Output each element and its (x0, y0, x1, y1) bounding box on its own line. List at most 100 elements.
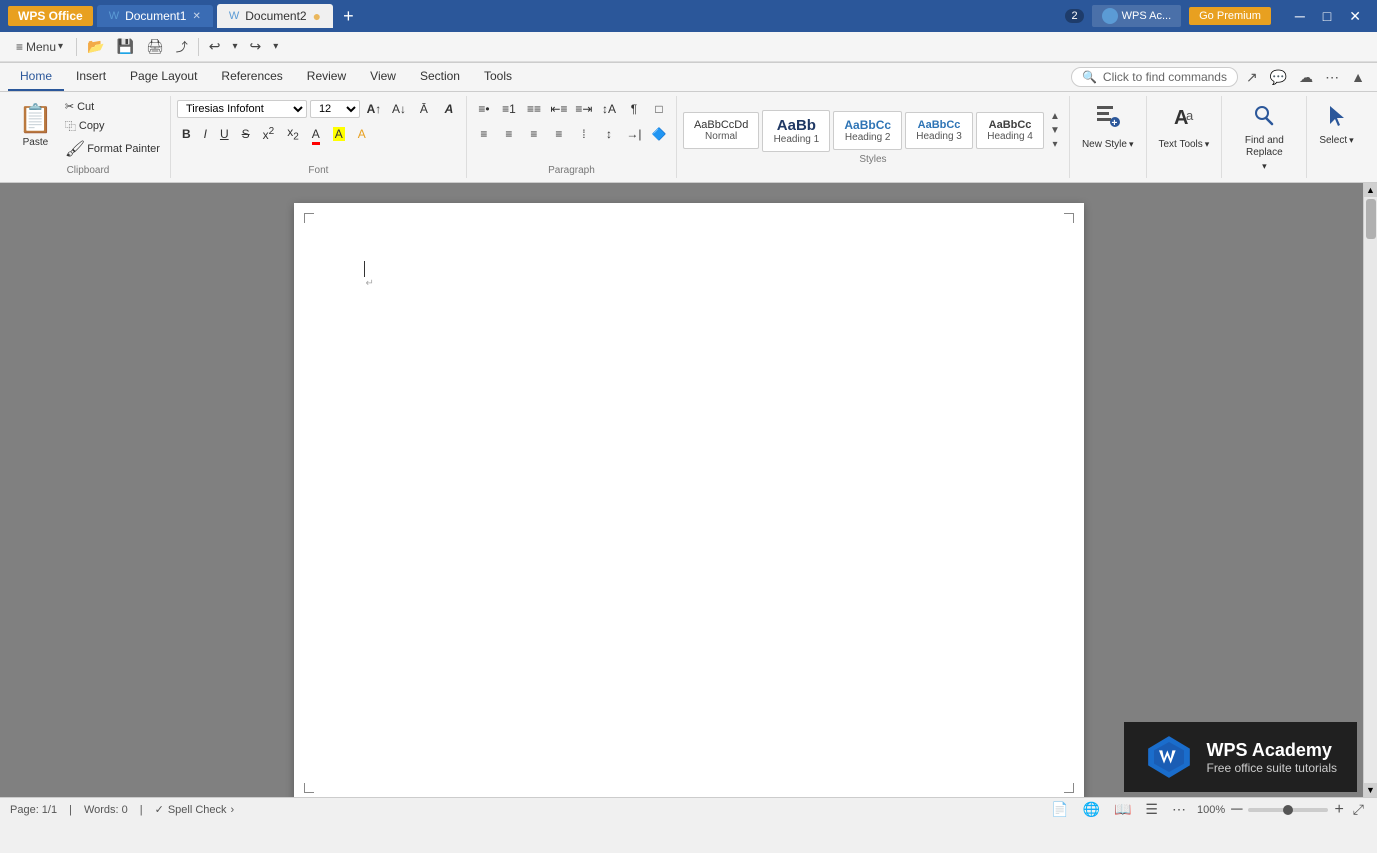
styles-scroll-up[interactable]: ▲ (1047, 110, 1063, 123)
zoom-slider[interactable] (1248, 808, 1328, 812)
normal-style-box[interactable]: AaBbCcDd Normal (683, 112, 759, 149)
shading-button[interactable]: 🔷 (648, 123, 670, 145)
tab-view[interactable]: View (358, 63, 408, 91)
font-name-select[interactable]: Tiresias Infofont (177, 100, 307, 118)
line-spacing-button[interactable]: ↕ (598, 123, 620, 145)
tab-page-layout[interactable]: Page Layout (118, 63, 209, 91)
scroll-up-button[interactable]: ▲ (1364, 183, 1377, 197)
align-left-button[interactable]: ≡ (473, 123, 495, 145)
heading3-style-box[interactable]: AaBbCc Heading 3 (905, 112, 973, 149)
view-more-button[interactable]: ⋯ (1169, 801, 1189, 818)
document-area[interactable]: ↵ (0, 183, 1377, 797)
text-effect-button[interactable]: A (438, 98, 460, 120)
minimize-button[interactable]: ─ (1287, 6, 1313, 26)
tab-tools[interactable]: Tools (472, 63, 524, 91)
columns-button[interactable]: ⁞ (573, 123, 595, 145)
font-shrink-button[interactable]: A↓ (388, 98, 410, 120)
font-color-button[interactable]: A (307, 125, 325, 143)
open-button[interactable]: 📂 (82, 35, 109, 58)
indent-inc-button[interactable]: ≡⇥ (573, 98, 595, 120)
heading1-style-box[interactable]: AaBb Heading 1 (762, 110, 830, 152)
scroll-track[interactable] (1364, 197, 1377, 783)
numbering-button[interactable]: ≡1 (498, 98, 520, 120)
font-grow-button[interactable]: A↑ (363, 98, 385, 120)
sort-button[interactable]: ↕A (598, 98, 620, 120)
premium-button[interactable]: Go Premium (1189, 7, 1271, 25)
tab-references[interactable]: References (209, 63, 294, 91)
spell-check-area[interactable]: ✓ Spell Check › (155, 803, 235, 816)
spell-check-label: Spell Check (168, 804, 227, 816)
text-tools-group: A a Text Tools ▾ (1147, 96, 1223, 178)
document2-close[interactable]: ● (313, 8, 321, 24)
styles-scroll-down[interactable]: ▼ (1047, 124, 1063, 137)
new-tab-button[interactable]: + (337, 7, 360, 25)
share-button[interactable]: ↗ (1242, 67, 1262, 88)
more-options-button[interactable]: ⋯ (1321, 67, 1343, 88)
document-page[interactable]: ↵ (294, 203, 1084, 797)
redo-button[interactable]: ↪ (245, 35, 267, 58)
format-painter-button[interactable]: 🖌 Format Painter (61, 137, 164, 161)
font-size-select[interactable]: 12 (310, 100, 360, 118)
tab-insert[interactable]: Insert (64, 63, 118, 91)
close-button[interactable]: ✕ (1341, 6, 1369, 27)
heading2-style-box[interactable]: AaBbCc Heading 2 (833, 111, 902, 150)
tab-section[interactable]: Section (408, 63, 472, 91)
font-color2-button[interactable]: A (353, 125, 371, 143)
tab-home[interactable]: Home (8, 63, 64, 91)
save-button[interactable]: 💾 (112, 35, 139, 58)
show-para-button[interactable]: ¶ (623, 98, 645, 120)
copy-button[interactable]: ⿻ Copy (61, 116, 164, 136)
find-replace-button[interactable]: Find and Replace ▾ (1228, 98, 1300, 176)
menu-button[interactable]: ≡ Menu ▾ (8, 37, 71, 57)
document1-close[interactable]: ✕ (192, 11, 200, 22)
text-tools-button[interactable]: A a Text Tools ▾ (1153, 98, 1216, 154)
zoom-in-button[interactable]: + (1332, 801, 1345, 819)
bold-button[interactable]: B (177, 125, 196, 143)
maximize-button[interactable]: □ (1315, 6, 1339, 26)
tab-review[interactable]: Review (295, 63, 358, 91)
strikethrough-button[interactable]: S (237, 125, 255, 143)
undo-dropdown[interactable]: ▾ (227, 38, 242, 55)
scroll-thumb[interactable] (1366, 199, 1376, 239)
highlight-button[interactable]: A (328, 125, 350, 143)
document2-tab[interactable]: W Document2 ● (217, 4, 333, 28)
new-style-button[interactable]: + New Style ▾ (1076, 98, 1140, 154)
customize-button[interactable]: ▾ (268, 38, 283, 55)
save-cloud-button[interactable]: ☁ (1295, 67, 1317, 88)
command-search[interactable]: 🔍 Click to find commands (1071, 67, 1238, 87)
select-button[interactable]: Select ▾ (1313, 98, 1359, 150)
paragraph-row1: ≡• ≡1 ≡≡ ⇤≡ ≡⇥ ↕A (473, 98, 670, 120)
cut-button[interactable]: ✂ Cut (61, 98, 164, 115)
justify-button[interactable]: ≡ (548, 123, 570, 145)
account-button[interactable]: WPS Ac... (1092, 5, 1182, 27)
document1-tab[interactable]: W Document1 ✕ (97, 5, 213, 27)
view-read-button[interactable]: 📖 (1111, 801, 1134, 818)
align-right-button[interactable]: ≡ (523, 123, 545, 145)
undo-button[interactable]: ↩ (204, 35, 226, 58)
italic-button[interactable]: I (199, 125, 212, 143)
align-center-button[interactable]: ≡ (498, 123, 520, 145)
subscript-button[interactable]: x2 (282, 123, 304, 144)
fullscreen-button[interactable]: ⤢ (1350, 801, 1367, 818)
view-outline-button[interactable]: ☰ (1142, 801, 1161, 818)
styles-scroll-more[interactable]: ▾ (1047, 138, 1063, 151)
superscript-button[interactable]: x2 (258, 124, 280, 144)
view-normal-button[interactable]: 📄 (1048, 801, 1071, 818)
scroll-down-button[interactable]: ▼ (1364, 783, 1377, 797)
comment-button[interactable]: 💬 (1266, 67, 1291, 88)
indent-button[interactable]: →| (623, 123, 645, 145)
border-button[interactable]: □ (648, 98, 670, 120)
wps-office-button[interactable]: WPS Office (8, 6, 93, 26)
zoom-out-button[interactable]: ─ (1229, 801, 1244, 819)
view-web-button[interactable]: 🌐 (1080, 801, 1103, 818)
print-button[interactable]: 🖨 (141, 35, 169, 58)
bullets-button[interactable]: ≡• (473, 98, 495, 120)
clear-format-button[interactable]: Ā (413, 98, 435, 120)
indent-dec-button[interactable]: ⇤≡ (548, 98, 570, 120)
underline-button[interactable]: U (215, 125, 234, 143)
collapse-ribbon-button[interactable]: ▲ (1347, 67, 1369, 87)
multilevel-button[interactable]: ≡≡ (523, 98, 545, 120)
heading4-style-box[interactable]: AaBbCc Heading 4 (976, 112, 1044, 149)
export-button[interactable]: ⤴ (171, 35, 193, 58)
paste-button[interactable]: 📋 Paste (12, 98, 59, 152)
